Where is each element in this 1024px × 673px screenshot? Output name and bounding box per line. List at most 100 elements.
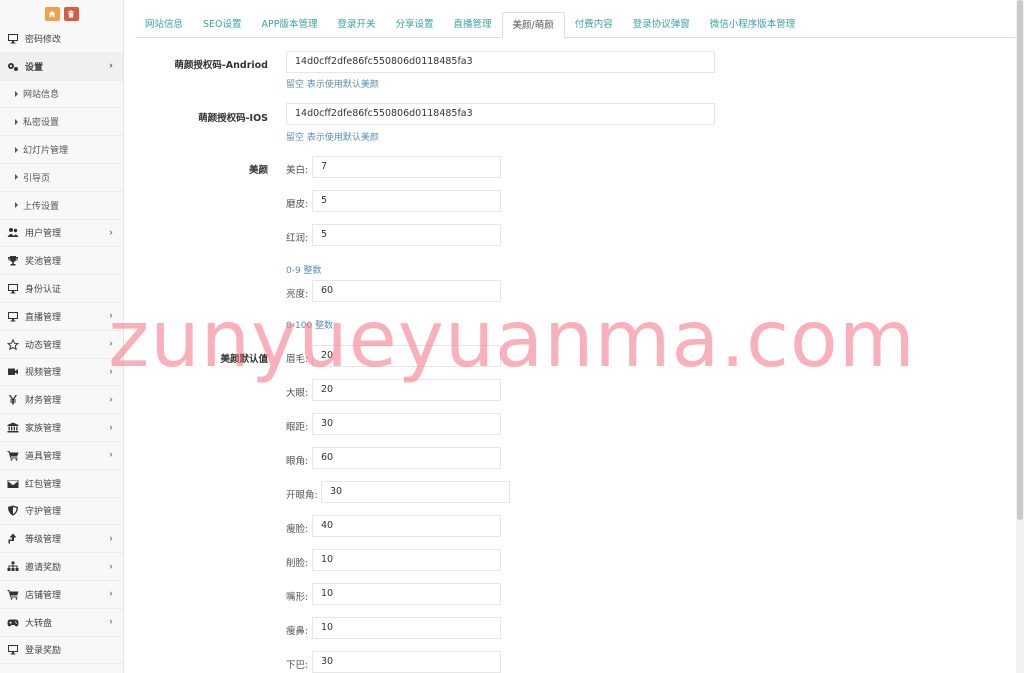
monitor-icon	[6, 32, 19, 44]
eye-angle-input[interactable]: 60	[312, 447, 501, 469]
sidebar-subitem-4[interactable]: 上传设置	[0, 192, 123, 220]
mouth-shape-input[interactable]: 10	[312, 583, 501, 605]
tab-0[interactable]: 网站信息	[135, 12, 193, 38]
chevron-right-icon: ›	[109, 394, 113, 406]
tab-2[interactable]: APP版本管理	[252, 12, 328, 38]
sidebar-subitem-1[interactable]: 私密设置	[0, 108, 123, 137]
sidebar-item-14[interactable]: 邀请奖励 ›	[0, 553, 123, 581]
thin-face-input[interactable]: 40	[312, 515, 501, 537]
eye-open-input[interactable]: 30	[321, 481, 510, 503]
sidebar-item-label: 身份认证	[25, 285, 62, 296]
sidebar-item-0[interactable]: 密码修改	[0, 25, 123, 53]
cut-face-label: 削脸:	[286, 558, 309, 569]
ruddy-label: 红润:	[286, 233, 309, 244]
envelope-icon	[6, 477, 19, 489]
app-root: 密码修改 设置 › 网站信息 私密设置 幻灯片管理 引导页 上传设置 用户管理 › 奖池管理 身份认证…	[0, 0, 1024, 673]
users-icon	[6, 227, 19, 239]
sidebar-item-label: 动态管理	[25, 340, 62, 351]
cut-face-input[interactable]: 10	[312, 549, 501, 571]
sidebar-subitem-2[interactable]: 幻灯片管理	[0, 136, 123, 164]
sidebar-item-12[interactable]: 守护管理	[0, 498, 123, 526]
sidebar-item-7[interactable]: 视频管理 ›	[0, 359, 123, 387]
thin-nose-input[interactable]: 10	[312, 617, 501, 639]
sidebar-item-15[interactable]: 店铺管理 ›	[0, 581, 123, 609]
star-icon	[6, 338, 19, 350]
sidebar-item-label: 用户管理	[25, 229, 62, 240]
sidebar-subitem-label: 引导页	[23, 173, 51, 184]
sidebar-item-label: 密码修改	[25, 34, 62, 45]
sidebar-subitem-label: 网站信息	[23, 90, 60, 101]
chevron-right-icon: ›	[109, 310, 113, 322]
smooth-input[interactable]: 5	[312, 190, 501, 212]
chevron-right-icon: ›	[109, 422, 113, 434]
sidebar-item-17[interactable]: 登录奖励	[0, 637, 123, 665]
sitemap-icon	[6, 561, 19, 573]
thin-nose-label: 瘦鼻:	[286, 626, 309, 637]
sidebar-item-16[interactable]: 大转盘 ›	[0, 609, 123, 637]
tab-5[interactable]: 直播管理	[444, 12, 502, 38]
trophy-icon	[6, 255, 19, 267]
sidebar-item-label: 红包管理	[25, 479, 62, 490]
sidebar: 密码修改 设置 › 网站信息 私密设置 幻灯片管理 引导页 上传设置 用户管理 › 奖池管理 身份认证…	[0, 0, 124, 673]
ios-license-input[interactable]: 14d0cff2dfe86fc550806d0118485fa3	[286, 103, 715, 125]
tab-7[interactable]: 付费内容	[565, 12, 623, 38]
sidebar-item-10[interactable]: 道具管理 ›	[0, 442, 123, 470]
sidebar-item-9[interactable]: 家族管理 ›	[0, 414, 123, 442]
chin-input[interactable]: 30	[312, 651, 501, 673]
sidebar-item-label: 视频管理	[25, 368, 62, 379]
tab-3[interactable]: 登录开关	[328, 12, 386, 38]
video-icon	[6, 366, 19, 378]
sidebar-item-6[interactable]: 动态管理 ›	[0, 331, 123, 359]
caret-right-icon	[15, 202, 18, 209]
tab-1[interactable]: SEO设置	[193, 12, 252, 38]
sidebar-item-label: 邀请奖励	[25, 563, 62, 574]
scrollbar-thumb[interactable]	[1017, 0, 1023, 520]
whiten-input[interactable]: 7	[312, 156, 501, 178]
sidebar-item-4[interactable]: 身份认证	[0, 275, 123, 303]
android-license-input[interactable]: 14d0cff2dfe86fc550806d0118485fa3	[286, 51, 715, 73]
thin-face-label: 瘦脸:	[286, 524, 309, 535]
settings-tabs: 网站信息 SEO设置 APP版本管理 登录开关 分享设置 直播管理 美颜/萌颜 付费内容 登录协…	[135, 12, 1015, 38]
sidebar-item-3[interactable]: 奖池管理	[0, 247, 123, 276]
brow-label: 眉毛:	[286, 354, 309, 365]
tab-9[interactable]: 微信小程序版本管理	[700, 12, 806, 38]
sidebar-item-label: 等级管理	[25, 535, 62, 546]
sidebar-item-5[interactable]: 直播管理 ›	[0, 303, 123, 331]
sidebar-item-1[interactable]: 设置 ›	[0, 52, 123, 81]
chevron-right-icon: ›	[109, 588, 113, 600]
sidebar-top-buttons	[0, 0, 123, 25]
sidebar-nav: 密码修改 设置 › 网站信息 私密设置 幻灯片管理 引导页 上传设置 用户管理 › 奖池管理 身份认证…	[0, 25, 123, 665]
tab-4[interactable]: 分享设置	[386, 12, 444, 38]
tab-6[interactable]: 美颜/萌颜	[501, 12, 565, 38]
tab-8[interactable]: 登录协议弹窗	[623, 12, 700, 38]
monitor-icon	[6, 644, 19, 656]
chevron-right-icon: ›	[109, 616, 113, 628]
eye-distance-input[interactable]: 30	[312, 413, 501, 435]
brightness-input[interactable]: 60	[312, 280, 501, 302]
brow-input[interactable]: 20	[312, 345, 501, 367]
home-button[interactable]	[44, 6, 60, 21]
sidebar-item-8[interactable]: 财务管理 ›	[0, 386, 123, 415]
sidebar-subitem-label: 幻灯片管理	[23, 146, 69, 157]
sidebar-item-11[interactable]: 红包管理	[0, 470, 123, 498]
level-icon	[6, 533, 19, 545]
range-hint-0-100: 0-100 整数	[286, 321, 334, 331]
android-license-hint: 留空 表示使用默认美颜	[286, 80, 379, 90]
eye-open-label: 开眼角:	[286, 490, 318, 501]
sidebar-subitem-3[interactable]: 引导页	[0, 164, 123, 192]
caret-right-icon	[15, 90, 18, 97]
eye-angle-label: 眼角:	[286, 456, 309, 467]
beauty-label: 美颜	[248, 165, 268, 176]
trash-button[interactable]	[63, 6, 79, 21]
ios-license-label: 萌颜授权码-IOS	[198, 113, 268, 124]
page-scrollbar[interactable]	[1016, 0, 1024, 673]
bigeye-label: 大眼:	[286, 388, 309, 399]
sidebar-subitem-0[interactable]: 网站信息	[0, 81, 123, 109]
sidebar-item-2[interactable]: 用户管理 ›	[0, 220, 123, 248]
sidebar-item-13[interactable]: 等级管理 ›	[0, 525, 123, 554]
sidebar-item-label: 财务管理	[25, 396, 62, 407]
range-hint-0-9: 0-9 整数	[286, 266, 322, 276]
bigeye-input[interactable]: 20	[312, 379, 501, 401]
ruddy-input[interactable]: 5	[312, 224, 501, 246]
beauty-default-label: 美颜默认值	[220, 354, 268, 365]
